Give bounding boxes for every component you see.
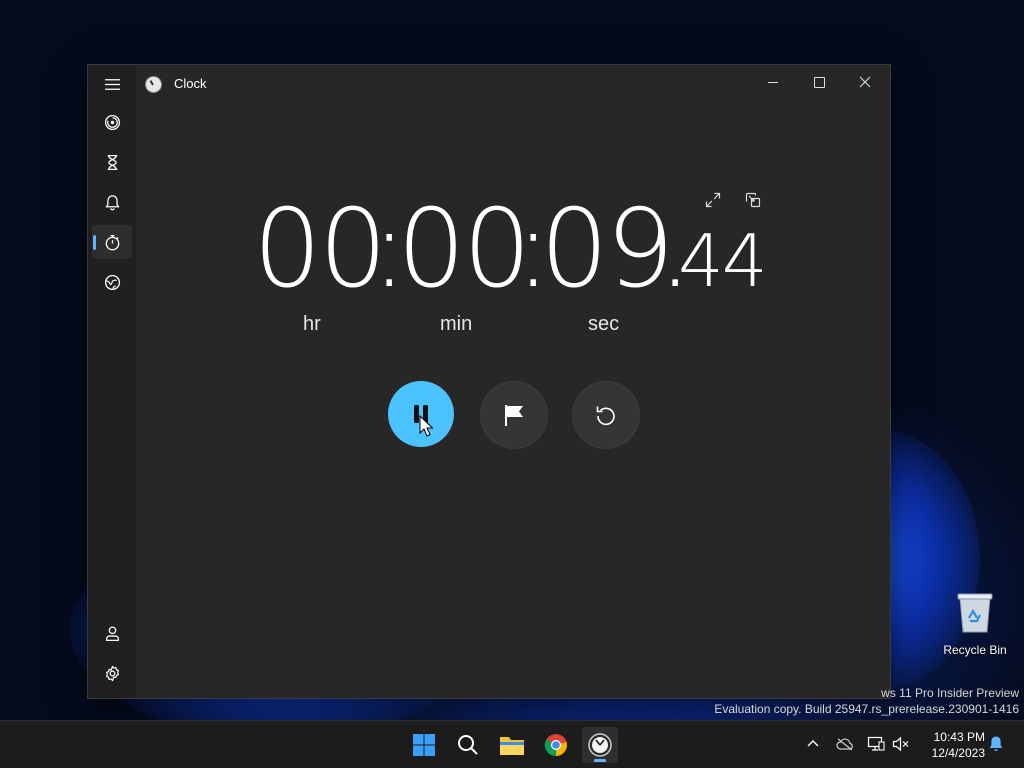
reset-button[interactable] [572, 381, 640, 449]
stopwatch-readout: 00 : 00 : 09 . 44 [253, 195, 773, 305]
recycle-bin[interactable]: Recycle Bin [940, 592, 1010, 657]
onedrive-tray-button[interactable] [835, 734, 855, 754]
person-icon [105, 625, 119, 641]
build-watermark: ws 11 Pro Insider Preview Evaluation cop… [714, 685, 1019, 717]
taskbar: 10:43 PM 12/4/2023 [0, 720, 1024, 768]
taskbar-time: 10:43 PM [933, 730, 985, 744]
chrome-button[interactable] [538, 727, 574, 763]
bell-icon [104, 194, 120, 210]
folder-icon [500, 737, 524, 755]
mouse-cursor-icon [419, 415, 433, 437]
sidebar [88, 65, 136, 698]
clock-taskbar-button[interactable] [582, 727, 618, 763]
minimize-button[interactable] [750, 65, 796, 99]
sidebar-item-stopwatch[interactable] [92, 225, 132, 259]
gear-icon [105, 665, 119, 681]
centiseconds-value: 44 [678, 219, 768, 303]
clock-app-icon [588, 733, 612, 757]
recycle-bin-icon [957, 593, 993, 633]
clock-app-icon [145, 76, 162, 93]
network-icon [867, 736, 885, 751]
focus-icon [104, 114, 120, 130]
sidebar-item-account[interactable] [92, 616, 132, 650]
clock-window: Clock 00 : 00 : 09 . 44 hr min sec [87, 64, 891, 699]
minutes-value: 00 [397, 187, 531, 312]
bell-icon [989, 736, 1003, 751]
seconds-value: 09 [540, 187, 674, 312]
flag-icon [505, 405, 523, 426]
start-button[interactable] [406, 727, 442, 763]
volume-tray-button[interactable] [891, 734, 911, 754]
sidebar-item-focus-sessions[interactable] [92, 105, 132, 139]
app-title: Clock [174, 76, 207, 91]
hours-label: hr [303, 313, 321, 335]
globe-icon [104, 274, 120, 290]
sidebar-item-world-clock[interactable] [92, 265, 132, 299]
title-bar[interactable]: Clock [88, 65, 890, 103]
recycle-bin-label: Recycle Bin [943, 643, 1007, 657]
chrome-icon [544, 734, 567, 757]
search-icon [458, 735, 478, 755]
taskbar-date: 12/4/2023 [931, 746, 985, 760]
pause-button[interactable] [388, 381, 454, 447]
sidebar-item-settings[interactable] [92, 656, 132, 690]
close-icon [859, 76, 871, 88]
stopwatch-icon [105, 234, 119, 250]
minutes-label: min [440, 313, 473, 335]
lap-button[interactable] [480, 381, 548, 449]
seconds-label: sec [588, 313, 620, 335]
taskbar-clock[interactable]: 10:43 PM 12/4/2023 [915, 729, 985, 761]
windows-logo-icon [413, 734, 435, 756]
maximize-icon [813, 76, 825, 88]
hourglass-icon [107, 154, 117, 170]
hours-value: 00 [253, 187, 387, 312]
notifications-button[interactable] [986, 734, 1006, 754]
show-hidden-icons-button[interactable] [803, 734, 823, 754]
sidebar-item-timer[interactable] [92, 145, 132, 179]
watermark-line-1: ws 11 Pro Insider Preview [881, 686, 1019, 700]
cloud-offline-icon [836, 738, 853, 751]
search-button[interactable] [450, 727, 486, 763]
speaker-muted-icon [892, 736, 909, 752]
network-tray-button[interactable] [866, 734, 886, 754]
chevron-up-icon [807, 740, 819, 747]
sidebar-item-alarm[interactable] [92, 185, 132, 219]
maximize-button[interactable] [796, 65, 842, 99]
file-explorer-button[interactable] [494, 727, 530, 763]
watermark-line-2: Evaluation copy. Build 25947.rs_prerelea… [714, 702, 1019, 716]
reset-icon [596, 406, 615, 426]
minimize-icon [768, 81, 778, 83]
close-button[interactable] [842, 65, 888, 99]
